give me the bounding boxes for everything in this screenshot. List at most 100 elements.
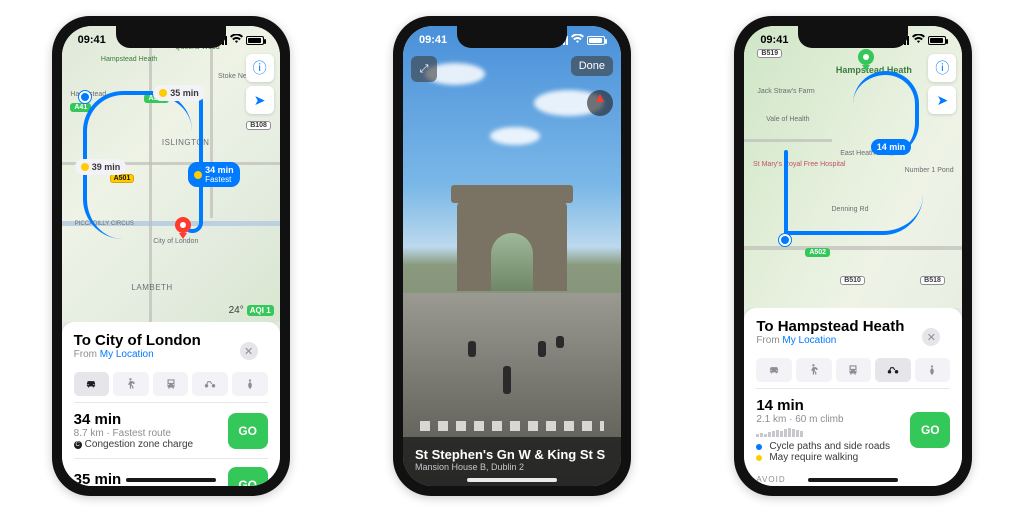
route-detail: 8.7 km · Fastest route [74, 428, 193, 439]
origin-marker [79, 91, 91, 103]
destination-pin[interactable] [175, 217, 191, 239]
bike-icon [886, 363, 900, 377]
wifi-icon [912, 34, 925, 47]
info-icon: ⓘ [253, 58, 267, 78]
notch [457, 26, 567, 48]
card-from: From My Location [756, 335, 950, 346]
phone-lookaround: 09:41 ⤢ Done St Stephen [393, 16, 631, 496]
route-time: 14 min [756, 397, 910, 414]
location-arrow-icon: ➤ [254, 92, 266, 109]
status-time: 09:41 [760, 34, 788, 46]
congestion-icon: C [74, 441, 82, 449]
toll-icon [159, 89, 167, 97]
route-badge-alt[interactable]: 35 min [153, 85, 205, 101]
weather-badge: 24° AQI 1 [229, 305, 274, 316]
card-from: From My Location [74, 349, 268, 360]
phone-cycling: 09:41 Hampstead Heath Vale of Health St … [734, 16, 972, 496]
status-time: 09:41 [419, 34, 447, 46]
walk-icon [807, 363, 821, 377]
transit-icon [164, 377, 178, 391]
location-subtitle: Mansion House B, Dublin 2 [415, 462, 609, 472]
mode-transit[interactable] [836, 358, 872, 382]
directions-card[interactable]: To Hampstead Heath From My Location ✕ 14… [744, 308, 962, 486]
expand-button[interactable]: ⤢ [411, 56, 437, 82]
origin-marker [779, 234, 791, 246]
my-location-link[interactable]: My Location [782, 335, 836, 346]
mode-driving[interactable] [756, 358, 792, 382]
screen: 09:41 Hampstead Heath Vale of Health St … [744, 26, 962, 486]
transport-modes [74, 372, 268, 396]
go-button[interactable]: GO [228, 467, 268, 486]
mode-rideshare[interactable] [232, 372, 268, 396]
battery-icon [928, 36, 946, 45]
route-time: 35 min [74, 471, 122, 486]
directions-card[interactable]: To City of London From My Location ✕ 34 … [62, 322, 280, 486]
home-indicator[interactable] [467, 478, 557, 482]
location-title: St Stephen's Gn W & King St S [415, 447, 609, 462]
road-shield: B108 [246, 121, 271, 130]
destination-pin[interactable] [858, 49, 874, 71]
road-shield: B510 [840, 276, 865, 285]
map[interactable]: Hampstead Heath Queens Wood Hampstead St… [62, 26, 280, 322]
transport-modes [756, 358, 950, 382]
battery-icon [587, 36, 605, 45]
route-badge-alt[interactable]: 39 min [75, 159, 127, 175]
rideshare-icon [925, 363, 939, 377]
go-button[interactable]: GO [910, 412, 950, 448]
done-button[interactable]: Done [571, 56, 613, 76]
mode-cycling[interactable] [192, 372, 228, 396]
info-button[interactable]: ⓘ [246, 54, 274, 82]
walk-icon [124, 377, 138, 391]
status-time: 09:41 [78, 34, 106, 46]
legend-cycle: Cycle paths and side roads [756, 441, 910, 452]
car-icon [767, 363, 781, 377]
expand-icon: ⤢ [420, 63, 429, 76]
lookaround-view[interactable]: ⤢ Done St Stephen's Gn W & King St S Man… [403, 26, 621, 486]
info-button[interactable]: ⓘ [928, 54, 956, 82]
rideshare-icon [243, 377, 257, 391]
locate-button[interactable]: ➤ [246, 86, 274, 114]
route-option[interactable]: 14 min 2.1 km · 60 m climb Cycle paths a… [756, 388, 950, 471]
toll-icon [194, 171, 202, 179]
battery-icon [246, 36, 264, 45]
road-shield: A502 [805, 248, 830, 257]
card-title: To City of London [74, 332, 268, 349]
mode-walking[interactable] [796, 358, 832, 382]
locate-button[interactable]: ➤ [928, 86, 956, 114]
close-button[interactable]: ✕ [240, 342, 258, 360]
route-badge-fastest[interactable]: 34 minFastest [188, 162, 240, 187]
elevation-chart [756, 427, 910, 437]
toll-icon [81, 163, 89, 171]
arch-structure [457, 201, 567, 291]
notch [116, 26, 226, 48]
mode-walking[interactable] [113, 372, 149, 396]
mode-rideshare[interactable] [915, 358, 951, 382]
wifi-icon [230, 34, 243, 47]
phone-driving: 09:41 Hampstead Heath Queens Wood Hampst… [52, 16, 290, 496]
map-label: LAMBETH [131, 283, 172, 292]
go-button[interactable]: GO [228, 413, 268, 449]
route-note: CCongestion zone charge [74, 439, 193, 450]
wifi-icon [571, 34, 584, 47]
temperature: 24° [229, 305, 244, 316]
route-detail: 2.1 km · 60 m climb [756, 414, 910, 425]
compass-button[interactable] [587, 90, 613, 116]
mode-cycling[interactable] [875, 358, 911, 382]
map[interactable]: Hampstead Heath Vale of Health St Mary's… [744, 26, 962, 308]
mode-driving[interactable] [74, 372, 110, 396]
mode-transit[interactable] [153, 372, 189, 396]
road-shield: B518 [920, 276, 945, 285]
close-icon: ✕ [244, 345, 253, 358]
location-arrow-icon: ➤ [936, 92, 948, 109]
aqi-badge: AQI 1 [247, 305, 274, 316]
home-indicator[interactable] [126, 478, 216, 482]
car-icon [84, 377, 98, 391]
map-label: Vale of Health [766, 116, 809, 123]
info-icon: ⓘ [935, 58, 949, 78]
home-indicator[interactable] [808, 478, 898, 482]
screen: 09:41 ⤢ Done St Stephen [403, 26, 621, 486]
my-location-link[interactable]: My Location [100, 349, 154, 360]
close-icon: ✕ [927, 331, 936, 344]
route-option[interactable]: 34 min 8.7 km · Fastest route CCongestio… [74, 402, 268, 458]
route-badge[interactable]: 14 min [871, 139, 912, 155]
